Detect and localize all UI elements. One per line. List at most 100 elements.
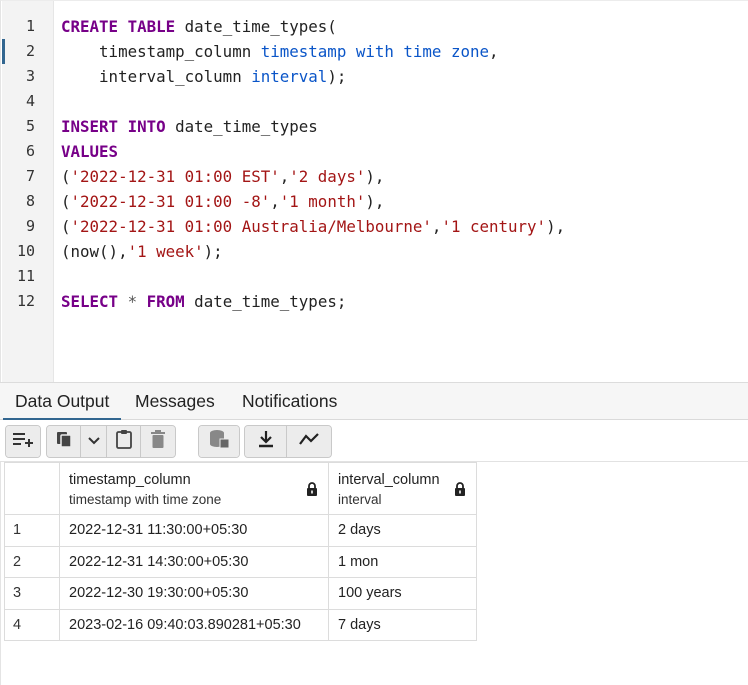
code-token: VALUES: [61, 142, 119, 161]
code-token: date_time_types: [165, 117, 318, 136]
lock-icon: [454, 482, 466, 500]
tab-messages[interactable]: Messages: [123, 383, 227, 421]
code-line[interactable]: timestamp_column timestamp with time zon…: [61, 39, 499, 64]
copy-button[interactable]: [47, 426, 81, 457]
code-token: (now(),: [61, 242, 128, 261]
line-number: 7: [25, 167, 35, 185]
clipboard-group: [46, 425, 176, 458]
code-token: '1 century': [441, 217, 547, 236]
cell-timestamp[interactable]: 2022-12-31 14:30:00+05:30: [59, 545, 329, 578]
code-token: date_time_types;: [184, 292, 347, 311]
line-number: 8: [25, 192, 35, 210]
code-token: ),: [365, 192, 385, 211]
code-token: (: [61, 167, 71, 186]
code-token: *: [118, 292, 147, 311]
paste-icon: [115, 429, 133, 454]
table-row[interactable]: 4 2023-02-16 09:40:03.890281+05:30 7 day…: [4, 608, 477, 641]
line-number: 5: [25, 117, 35, 135]
code-line[interactable]: (now(),'1 week');: [61, 239, 223, 264]
column-header-timestamp[interactable]: timestamp_column timestamp with time zon…: [59, 462, 329, 515]
save-group: [198, 425, 240, 458]
code-token: ,: [270, 192, 280, 211]
code-token: ,: [279, 167, 290, 186]
download-button[interactable]: [245, 426, 287, 457]
copy-options-dropdown[interactable]: [81, 426, 107, 457]
cell-interval[interactable]: 100 years: [328, 577, 477, 610]
save-data-button[interactable]: [199, 426, 239, 457]
paste-button[interactable]: [107, 426, 141, 457]
download-icon: [257, 429, 275, 454]
save-data-icon: [208, 428, 230, 455]
code-line[interactable]: ('2022-12-31 01:00 -8','1 month'),: [61, 189, 384, 214]
code-token: timestamp with time zone: [260, 42, 489, 61]
line-number: 12: [16, 292, 35, 310]
column-header-interval[interactable]: interval_column interval: [328, 462, 477, 515]
column-name: timestamp_column: [69, 472, 191, 488]
code-line[interactable]: SELECT * FROM date_time_types;: [61, 289, 346, 314]
line-number: 1: [25, 17, 35, 35]
line-number: 9: [25, 217, 35, 235]
code-line[interactable]: ('2022-12-31 01:00 Australia/Melbourne',…: [61, 214, 565, 239]
cell-timestamp[interactable]: 2023-02-16 09:40:03.890281+05:30: [59, 608, 329, 641]
code-token: SELECT: [61, 292, 119, 311]
code-token: ),: [365, 167, 385, 186]
tab-data-output[interactable]: Data Output: [3, 383, 122, 421]
row-number[interactable]: 2: [4, 545, 60, 578]
code-line[interactable]: ('2022-12-31 01:00 EST','2 days'),: [61, 164, 384, 189]
table-row[interactable]: 2 2022-12-31 14:30:00+05:30 1 mon: [4, 545, 477, 578]
table-row[interactable]: 1 2022-12-31 11:30:00+05:30 2 days: [4, 514, 477, 547]
line-number-gutter: 1 2 3 4 5 6 7 8 9 10 11 12: [2, 1, 54, 383]
code-token: FROM: [146, 292, 185, 311]
delete-icon: [150, 429, 166, 454]
row-tools-group: [5, 425, 41, 458]
table-row[interactable]: 3 2022-12-30 19:30:00+05:30 100 years: [4, 577, 477, 610]
code-token: CREATE TABLE: [61, 17, 176, 36]
row-number[interactable]: 4: [4, 608, 60, 641]
data-output-toolbar: [0, 420, 748, 462]
code-token: interval_column: [61, 67, 252, 86]
row-number[interactable]: 1: [4, 514, 60, 547]
code-token: );: [203, 242, 223, 261]
code-token: timestamp_column: [61, 42, 261, 61]
row-number-header: [4, 462, 60, 515]
line-number: 11: [16, 267, 35, 285]
cell-interval[interactable]: 7 days: [328, 608, 477, 641]
line-number: 3: [25, 67, 35, 85]
graph-visualiser-button[interactable]: [287, 426, 331, 457]
row-number[interactable]: 3: [4, 577, 60, 610]
graph-visualiser-icon: [298, 431, 320, 452]
code-token: '2022-12-31 01:00 Australia/Melbourne': [70, 217, 432, 236]
add-row-button[interactable]: [6, 426, 40, 457]
result-tabs: Data Output Messages Notifications: [0, 382, 748, 421]
code-token: );: [327, 67, 347, 86]
code-token: (: [61, 217, 71, 236]
export-group: [244, 425, 332, 458]
chevron-down-icon: [87, 433, 100, 451]
copy-icon: [54, 429, 74, 454]
code-line[interactable]: CREATE TABLE date_time_types(: [61, 14, 337, 39]
code-line[interactable]: interval_column interval);: [61, 64, 346, 89]
code-line[interactable]: VALUES: [61, 139, 118, 164]
lock-icon: [306, 482, 318, 500]
code-token: date_time_types(: [175, 17, 337, 36]
code-token: ),: [546, 217, 566, 236]
code-token: interval: [251, 67, 328, 86]
tab-notifications[interactable]: Notifications: [230, 383, 349, 421]
code-token: '2022-12-31 01:00 -8': [70, 192, 271, 211]
result-grid: timestamp_column timestamp with time zon…: [0, 462, 748, 685]
add-row-icon: [11, 430, 35, 453]
code-token: '1 week': [127, 242, 204, 261]
line-number: 4: [25, 92, 35, 110]
sql-editor[interactable]: 1 2 3 4 5 6 7 8 9 10 11 12 CREATE TABLE …: [0, 0, 748, 383]
cell-timestamp[interactable]: 2022-12-30 19:30:00+05:30: [59, 577, 329, 610]
cell-interval[interactable]: 1 mon: [328, 545, 477, 578]
code-token: (: [61, 192, 71, 211]
code-token: ,: [489, 42, 499, 61]
cell-interval[interactable]: 2 days: [328, 514, 477, 547]
cell-timestamp[interactable]: 2022-12-31 11:30:00+05:30: [59, 514, 329, 547]
code-token: '2 days': [289, 167, 366, 186]
column-type: timestamp with time zone: [69, 492, 222, 507]
delete-button[interactable]: [141, 426, 175, 457]
code-token: '1 month': [279, 192, 366, 211]
code-line[interactable]: INSERT INTO date_time_types: [61, 114, 318, 139]
